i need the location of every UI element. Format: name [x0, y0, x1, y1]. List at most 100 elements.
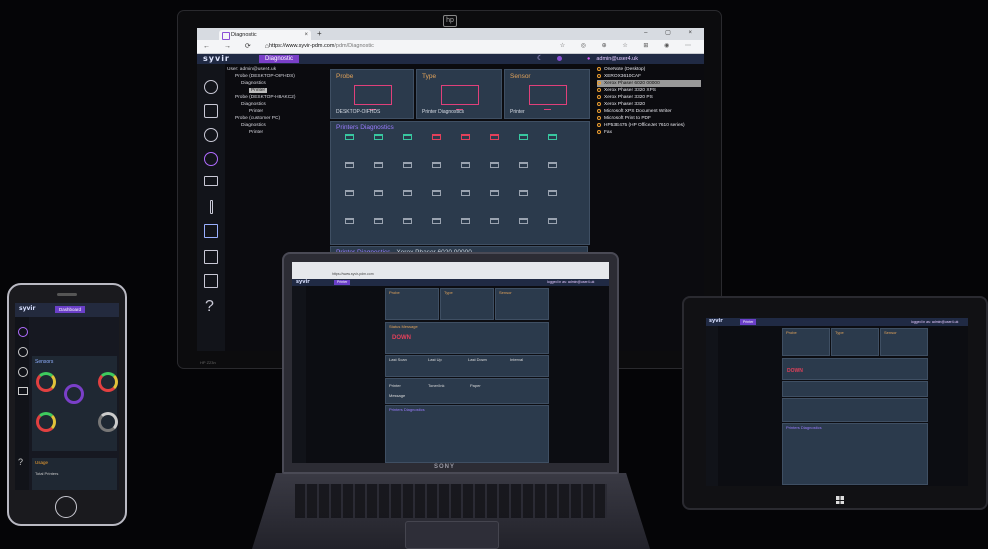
- printer-icon[interactable]: [490, 162, 499, 168]
- dashboard-gauge-icon[interactable]: [18, 327, 28, 337]
- printer-icon[interactable]: [519, 134, 528, 140]
- clock-icon[interactable]: [18, 347, 28, 357]
- printer-list-item[interactable]: HP53E475 (HP OfficeJet 7610 series): [597, 122, 701, 129]
- printer-list-item[interactable]: Microsoft XPS Document Writer: [597, 108, 701, 115]
- search-icon[interactable]: [204, 152, 218, 166]
- printer-label: Printer: [389, 383, 401, 388]
- printer-icon[interactable]: [461, 162, 470, 168]
- printer-list-item[interactable]: Xerox Phaser 3320: [597, 101, 701, 108]
- home-button[interactable]: [55, 496, 77, 518]
- browser-tab[interactable]: Diagnostic ×: [219, 30, 311, 40]
- tree-item[interactable]: Probe (customer PC): [227, 115, 327, 122]
- browser-toolbar: ← → ⟳ ⌂ https://www.syvir-pdm.com/pdm/Di…: [197, 40, 704, 54]
- laptop-icon[interactable]: [204, 104, 218, 118]
- dark-mode-icon[interactable]: ☾: [537, 54, 543, 62]
- monitor-model-label: HP Z23n: [200, 360, 216, 365]
- edit-icon[interactable]: [204, 274, 218, 288]
- monitor-icon[interactable]: [204, 176, 218, 186]
- printer-icon[interactable]: [374, 218, 383, 224]
- printer-icon[interactable]: [374, 162, 383, 168]
- printer-icon[interactable]: [403, 162, 412, 168]
- monitor-icon: [441, 85, 479, 110]
- printer-icon[interactable]: [345, 190, 354, 196]
- window-controls[interactable]: – ▢ ×: [644, 29, 700, 36]
- thermometer-icon[interactable]: [210, 200, 213, 214]
- close-tab-icon[interactable]: ×: [304, 30, 308, 40]
- printer-list-item[interactable]: Xerox Phaser 3320 XPS: [597, 87, 701, 94]
- browser-extension-icons[interactable]: ☆ ◎ ⊕ ☆ ⊞ ◉ ⋯: [560, 42, 698, 49]
- printer-icon[interactable]: [432, 162, 441, 168]
- navigation-icons[interactable]: ← → ⟳ ⌂: [203, 42, 275, 50]
- usage-label: Usage: [35, 460, 49, 465]
- printer-icon[interactable]: [345, 218, 354, 224]
- printers-diagnostics-panel: Printers Diagnostics: [782, 423, 928, 485]
- printer-icon[interactable]: [490, 134, 499, 140]
- help-icon[interactable]: ?: [18, 457, 23, 467]
- printer-icon[interactable]: [374, 190, 383, 196]
- printer-icon[interactable]: [548, 162, 557, 168]
- device-scene: hp HP Z23n Diagnostic × + – ▢ × ← → ⟳ ⌂ …: [0, 0, 988, 549]
- square-icon[interactable]: [204, 250, 218, 264]
- tree-item[interactable]: Probe (DESKTOP-H8AKC2): [227, 94, 327, 101]
- tree-item[interactable]: Printer: [227, 129, 327, 136]
- tree-item[interactable]: User: admin@user4.uk: [227, 66, 327, 73]
- printer-list-item[interactable]: Microsoft Print to PDF: [597, 115, 701, 122]
- tree-item[interactable]: Diagnostics: [227, 101, 327, 108]
- printer-icon[interactable]: [490, 190, 499, 196]
- printer-icon[interactable]: [374, 134, 383, 140]
- printer-icon[interactable]: [461, 134, 470, 140]
- printer-icon[interactable]: [432, 190, 441, 196]
- syvir-logo: syvir: [709, 318, 723, 324]
- sensor-card: Sensor: [495, 288, 549, 320]
- address-bar[interactable]: https://www.syvir-pdm.com/pdm/Diagnostic: [269, 42, 569, 51]
- printer-icon[interactable]: [403, 218, 412, 224]
- status-value: DOWN: [392, 335, 411, 341]
- printer-icon[interactable]: [432, 134, 441, 140]
- type-card: Type Printer Diagnostics: [416, 69, 502, 119]
- tablet-sidebar: [706, 326, 718, 486]
- tree-item[interactable]: Diagnostics: [227, 122, 327, 129]
- status-panel: DOWN: [782, 358, 928, 380]
- search-icon[interactable]: [18, 367, 28, 377]
- printer-icon[interactable]: [461, 190, 470, 196]
- printer-icon[interactable]: [403, 190, 412, 196]
- printer-icon[interactable]: [548, 190, 557, 196]
- printer-icon[interactable]: [345, 134, 354, 140]
- url-host: https://www.syvir-pdm.com: [269, 43, 335, 49]
- printer-icon[interactable]: [548, 134, 557, 140]
- printer-icon[interactable]: [519, 218, 528, 224]
- page-title: Printer: [334, 280, 351, 285]
- help-icon[interactable]: ?: [205, 298, 214, 316]
- printer-icon[interactable]: [461, 218, 470, 224]
- notification-icon[interactable]: [557, 56, 562, 61]
- printer-list-item[interactable]: XEROX3610CAF: [597, 73, 701, 80]
- printer-list-item[interactable]: Xerox Phaser 3320 PS: [597, 94, 701, 101]
- printer-icon[interactable]: [490, 218, 499, 224]
- printer-list-item[interactable]: OneNote (Desktop): [597, 66, 701, 73]
- tree-item[interactable]: Printer: [227, 108, 327, 115]
- dashboard-gauge-icon[interactable]: [204, 80, 218, 94]
- tablet-app-header: syvir Printer logged in as: admin@user4.…: [706, 318, 968, 326]
- tree-item[interactable]: Probe (DESKTOP-OIFHDS): [227, 73, 327, 80]
- last-scan-label: Last Scan: [389, 357, 407, 362]
- printer-icon[interactable]: [403, 134, 412, 140]
- printer-list-item[interactable]: Xerox Phaser 6020 00000: [597, 80, 701, 87]
- tree-item-selected[interactable]: Printer: [249, 88, 268, 93]
- page-title: Dashboard: [55, 306, 86, 313]
- printer-list-item[interactable]: Fax: [597, 129, 701, 136]
- printer-icon[interactable]: [519, 162, 528, 168]
- monitor-icon[interactable]: [18, 387, 28, 395]
- new-tab-icon[interactable]: +: [317, 29, 322, 38]
- printer-icon[interactable]: [345, 162, 354, 168]
- tree-item[interactable]: Diagnostics: [227, 80, 327, 87]
- status-panel: Status Message DOWN: [385, 322, 549, 354]
- ip-network-icon[interactable]: [204, 224, 218, 238]
- printer-icon[interactable]: [519, 190, 528, 196]
- user-account[interactable]: logged in as: admin@user4.uk: [547, 279, 594, 286]
- user-account[interactable]: admin@user4.uk: [587, 54, 638, 64]
- printer-icon[interactable]: [432, 218, 441, 224]
- clock-icon[interactable]: [204, 128, 218, 142]
- printer-icon[interactable]: [548, 218, 557, 224]
- last-up-label: Last Up: [428, 357, 442, 362]
- user-account[interactable]: logged in as: admin@user4.uk: [911, 318, 958, 326]
